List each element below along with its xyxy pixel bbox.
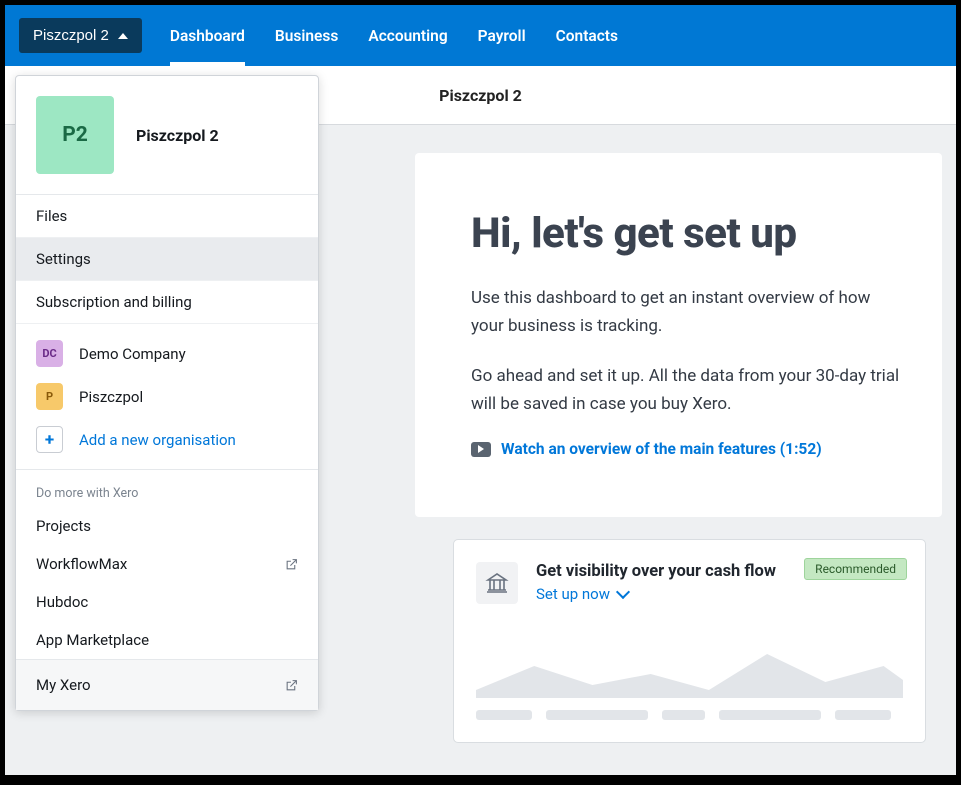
plus-icon: +: [36, 426, 63, 453]
recommended-badge: Recommended: [804, 558, 907, 580]
nav-business[interactable]: Business: [275, 5, 338, 66]
dropdown-item-files[interactable]: Files: [16, 195, 318, 238]
add-new-organisation[interactable]: + Add a new organisation: [16, 418, 318, 461]
dropdown-item-subscription[interactable]: Subscription and billing: [16, 281, 318, 324]
external-link-icon: [285, 558, 298, 571]
nav-contacts[interactable]: Contacts: [556, 5, 618, 66]
welcome-paragraph-1: Use this dashboard to get an instant ove…: [471, 284, 900, 340]
video-play-icon: [471, 442, 491, 457]
nav-accounting[interactable]: Accounting: [368, 5, 447, 66]
watch-overview-link[interactable]: Watch an overview of the main features (…: [471, 440, 822, 458]
page-title: Piszczpol 2: [439, 86, 522, 105]
setup-now-link[interactable]: Set up now: [536, 585, 628, 603]
dropdown-section-label: Do more with Xero: [16, 470, 318, 507]
cashflow-card: Recommended Get visibility over your cas…: [453, 539, 926, 743]
dropdown-current-org[interactable]: P2 Piszczpol 2: [16, 76, 318, 195]
org-mini-avatar: DC: [36, 340, 63, 367]
dropdown-more-workflowmax[interactable]: WorkflowMax: [16, 545, 318, 583]
dropdown-my-xero[interactable]: My Xero: [16, 659, 318, 710]
org-dropdown-menu: P2 Piszczpol 2 Files Settings Subscripti…: [15, 75, 319, 711]
org-switcher-label: Piszczpol 2: [33, 27, 109, 44]
dropdown-more-hubdoc[interactable]: Hubdoc: [16, 583, 318, 621]
welcome-heading: Hi, let's get set up: [471, 209, 900, 258]
welcome-paragraph-2: Go ahead and set it up. All the data fro…: [471, 362, 900, 418]
caret-up-icon: [118, 33, 128, 39]
org-row-demo-company[interactable]: DC Demo Company: [16, 332, 318, 375]
chevron-down-icon: [616, 585, 630, 599]
welcome-card: Hi, let's get set up Use this dashboard …: [415, 153, 942, 517]
org-avatar: P2: [36, 96, 114, 174]
org-row-piszczpol[interactable]: P Piszczpol: [16, 375, 318, 418]
dropdown-more-projects[interactable]: Projects: [16, 507, 318, 545]
dropdown-item-settings[interactable]: Settings: [16, 238, 318, 281]
org-mini-avatar: P: [36, 383, 63, 410]
nav-dashboard[interactable]: Dashboard: [170, 5, 245, 66]
external-link-icon: [285, 679, 298, 692]
cashflow-title: Get visibility over your cash flow: [536, 562, 776, 581]
dropdown-org-name: Piszczpol 2: [136, 126, 219, 145]
org-switcher-button[interactable]: Piszczpol 2: [19, 18, 142, 53]
spark-chart-placeholder: [476, 640, 903, 720]
nav-payroll[interactable]: Payroll: [478, 5, 526, 66]
dropdown-more-app-marketplace[interactable]: App Marketplace: [16, 621, 318, 659]
bank-icon: [476, 562, 518, 604]
